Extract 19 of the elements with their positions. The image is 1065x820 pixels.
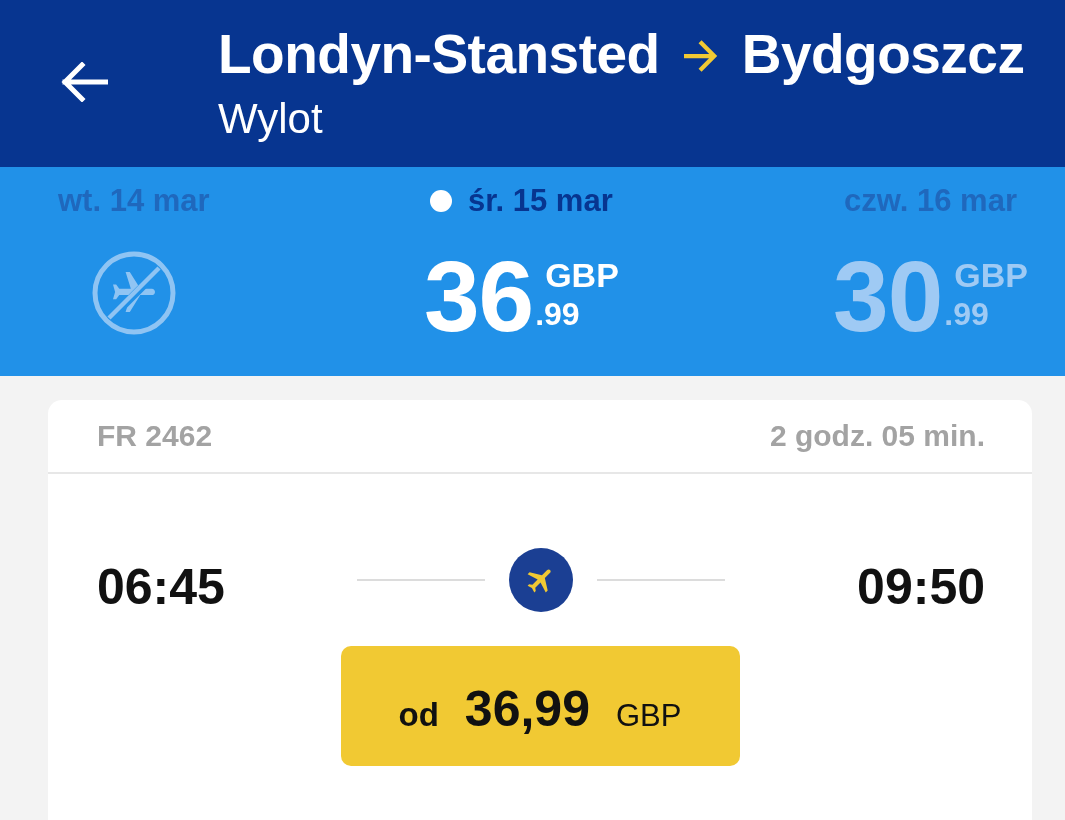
flight-duration: 2 godz. 05 min. [769,419,985,453]
plane-icon [509,548,573,612]
destination-title: Bydgoszcz [741,22,1025,86]
price-amount: 36 [423,241,534,351]
price-amount: 30 [833,241,943,351]
fare-button[interactable]: od 36,99 GBP [340,646,740,766]
subtitle: Wylot [218,94,323,144]
price-currency: GBP [545,255,619,295]
price-decimals: .99 [944,295,990,333]
back-arrow-icon[interactable] [60,62,108,102]
departure-time: 06:45 [97,558,225,616]
origin-title: Londyn-Stansted [218,22,660,86]
right-arrow-icon [681,39,720,73]
no-flights-icon [91,251,176,335]
flight-number: FR 2462 [97,419,213,453]
price-currency: GBP [954,255,1028,295]
arrival-time: 09:50 [857,558,985,616]
date-label[interactable]: śr. 15 mar [467,183,613,219]
price-decimals: .99 [535,295,581,333]
